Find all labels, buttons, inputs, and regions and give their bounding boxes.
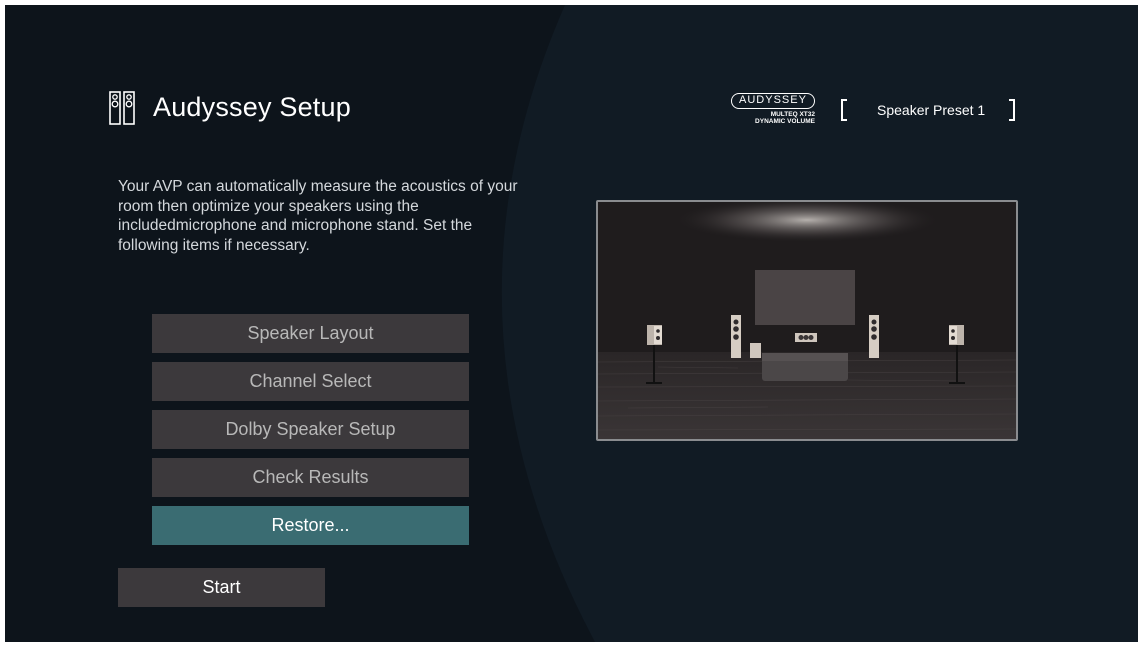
bracket-right-icon [1009, 99, 1015, 121]
channel-select-button[interactable]: Channel Select [152, 362, 469, 401]
restore-button[interactable]: Restore... [152, 506, 469, 545]
page-title: Audyssey Setup [153, 92, 351, 122]
room-speakers-image [598, 202, 1016, 439]
audyssey-logo: AUDYSSEY MULTEQ XT32 DYNAMIC VOLUME [731, 93, 815, 127]
speaker-layout-button[interactable]: Speaker Layout [152, 314, 469, 353]
speaker-preset-indicator: Speaker Preset 1 [841, 99, 1019, 121]
room-illustration [596, 200, 1018, 441]
setup-screen: Audyssey Setup AUDYSSEY MULTEQ XT32 DYNA… [5, 5, 1138, 642]
dolby-speaker-setup-button[interactable]: Dolby Speaker Setup [152, 410, 469, 449]
speaker-preset-label: Speaker Preset 1 [877, 102, 986, 118]
audyssey-logo-dynamic-volume: DYNAMIC VOLUME [755, 118, 815, 125]
bracket-left-icon [841, 99, 847, 121]
check-results-button[interactable]: Check Results [152, 458, 469, 497]
audyssey-logo-badge: AUDYSSEY [731, 93, 815, 109]
setup-menu: Speaker Layout Channel Select Dolby Spea… [152, 314, 469, 554]
start-button[interactable]: Start [118, 568, 325, 607]
speakers-icon [109, 91, 135, 125]
description-text: Your AVP can automatically measure the a… [118, 178, 518, 254]
